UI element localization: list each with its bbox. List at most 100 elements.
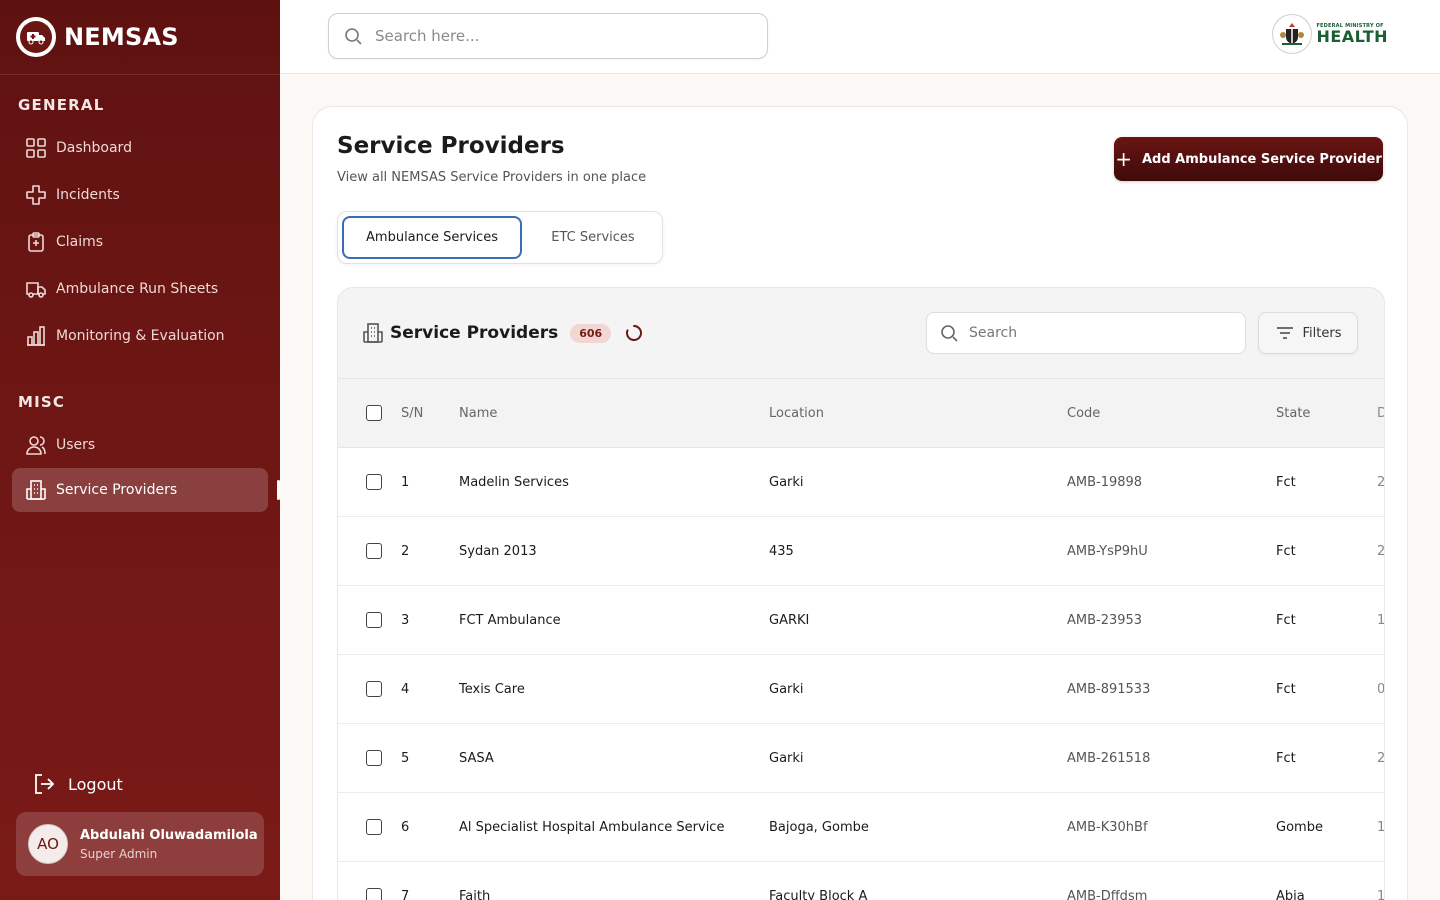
- column-header-state[interactable]: State: [1276, 379, 1366, 447]
- row-checkbox[interactable]: [366, 543, 382, 559]
- tab-etc-services[interactable]: ETC Services: [528, 216, 658, 259]
- row-select-cell: [366, 793, 386, 861]
- grid-icon: [24, 136, 48, 160]
- active-indicator: [277, 480, 280, 500]
- row-select-cell: [366, 724, 386, 792]
- row-sn: 7: [401, 888, 410, 900]
- sidebar-item-label: Claims: [56, 234, 104, 250]
- tab-ambulance-services[interactable]: Ambulance Services: [342, 216, 522, 259]
- search-input[interactable]: [375, 27, 755, 45]
- column-header-code[interactable]: Code: [1067, 379, 1267, 447]
- sidebar-item-monitoring-evaluation[interactable]: Monitoring & Evaluation: [12, 314, 268, 358]
- row-location: Garki: [769, 474, 804, 490]
- sidebar-item-ambulance-run-sheets[interactable]: Ambulance Run Sheets: [12, 267, 268, 311]
- section-title-misc: MISC: [18, 393, 66, 411]
- table-title: Service Providers: [390, 323, 559, 343]
- brand-divider: [0, 74, 280, 75]
- row-checkbox[interactable]: [366, 681, 382, 697]
- row-name: Texis Care: [459, 681, 525, 697]
- table-row[interactable]: 2 Sydan 2013 435 AMB-YsP9hU Fct 2: [338, 517, 1385, 586]
- row-extra: 0: [1377, 681, 1385, 697]
- table-row[interactable]: 7 Faith Faculty Block A AMB-Dffdsm Abia 1: [338, 862, 1385, 900]
- row-select-cell: [366, 655, 386, 723]
- building-icon: [362, 322, 384, 344]
- row-state: Fct: [1276, 474, 1296, 490]
- column-header-extra[interactable]: D: [1377, 379, 1384, 447]
- row-extra: 1: [1377, 612, 1385, 628]
- row-name: Madelin Services: [459, 474, 569, 490]
- sidebar-item-incidents[interactable]: Incidents: [12, 173, 268, 217]
- column-header-name[interactable]: Name: [459, 379, 759, 447]
- count-badge: 606: [570, 323, 612, 343]
- row-select-cell: [366, 586, 386, 654]
- truck-icon: [24, 277, 48, 301]
- loading-spinner-icon: [625, 324, 643, 342]
- table-body: 1 Madelin Services Garki AMB-19898 Fct 2 2 Syda…: [338, 448, 1385, 900]
- row-checkbox[interactable]: [366, 474, 382, 490]
- row-name: FCT Ambulance: [459, 612, 561, 628]
- select-all-cell: [366, 379, 386, 447]
- user-role: Super Admin: [80, 846, 158, 861]
- global-search[interactable]: [328, 13, 768, 59]
- row-select-cell: [366, 862, 386, 900]
- ministry-text: FEDERAL MINISTRY OF HEALTH: [1316, 23, 1388, 45]
- sidebar-item-label: Dashboard: [56, 140, 132, 156]
- row-sn: 4: [401, 681, 410, 697]
- row-extra: 1: [1377, 819, 1385, 835]
- providers-table-panel: Service Providers 606 Filters S/N Name L…: [337, 287, 1385, 900]
- select-all-checkbox[interactable]: [366, 405, 382, 421]
- row-sn: 2: [401, 543, 410, 559]
- sidebar-item-label: Incidents: [56, 187, 120, 203]
- table-search[interactable]: [926, 312, 1246, 354]
- search-icon: [939, 323, 959, 343]
- row-code: AMB-261518: [1067, 750, 1151, 766]
- row-name: Sydan 2013: [459, 543, 537, 559]
- filters-label: Filters: [1302, 325, 1342, 341]
- row-checkbox[interactable]: [366, 888, 382, 900]
- row-location: Garki: [769, 750, 804, 766]
- row-state: Fct: [1276, 681, 1296, 697]
- row-extra: 1: [1377, 888, 1385, 900]
- table-row[interactable]: 5 SASA Garki AMB-261518 Fct 2: [338, 724, 1384, 793]
- topbar: FEDERAL MINISTRY OF HEALTH: [280, 0, 1440, 74]
- filters-button[interactable]: Filters: [1258, 312, 1358, 354]
- row-location: GARKI: [769, 612, 810, 628]
- user-card[interactable]: AO Abdulahi Oluwadamilola Super Admin: [16, 812, 264, 876]
- sidebar-item-service-providers[interactable]: Service Providers: [12, 468, 280, 512]
- table-search-input[interactable]: [969, 325, 1229, 341]
- row-location: Bajoga, Gombe: [769, 819, 869, 835]
- sidebar-item-label: Users: [56, 437, 96, 453]
- table-header: Service Providers 606: [362, 322, 643, 344]
- row-select-cell: [366, 448, 386, 516]
- column-header-location[interactable]: Location: [769, 379, 1049, 447]
- bar-chart-icon: [24, 324, 48, 348]
- row-state: Gombe: [1276, 819, 1323, 835]
- row-sn: 1: [401, 474, 410, 490]
- sidebar: NEMSAS GENERAL Dashboard Incidents Claim…: [0, 0, 280, 900]
- section-title-general: GENERAL: [18, 96, 105, 114]
- row-location: 435: [769, 543, 794, 559]
- row-name: SASA: [459, 750, 494, 766]
- add-ambulance-provider-button[interactable]: + Add Ambulance Service Provider: [1114, 137, 1383, 181]
- table-row[interactable]: 3 FCT Ambulance GARKI AMB-23953 Fct 1: [338, 586, 1385, 655]
- page-title: Service Providers: [337, 133, 565, 159]
- logout-label: Logout: [68, 774, 123, 794]
- row-checkbox[interactable]: [366, 750, 382, 766]
- table-row[interactable]: 6 Al Specialist Hospital Ambulance Servic…: [338, 793, 1385, 862]
- column-header-sn[interactable]: S/N: [401, 379, 451, 447]
- row-extra: 2: [1377, 543, 1385, 559]
- sidebar-item-users[interactable]: Users: [12, 423, 268, 467]
- page-subtitle: View all NEMSAS Service Providers in one…: [337, 170, 647, 185]
- medical-cross-icon: [24, 183, 48, 207]
- sidebar-item-label: Monitoring & Evaluation: [56, 328, 225, 344]
- table-row[interactable]: 1 Madelin Services Garki AMB-19898 Fct 2: [338, 448, 1384, 517]
- plus-icon: +: [1115, 147, 1132, 171]
- row-checkbox[interactable]: [366, 612, 382, 628]
- logout-button[interactable]: Logout: [32, 770, 123, 798]
- search-icon: [343, 26, 363, 46]
- table-row[interactable]: 4 Texis Care Garki AMB-891533 Fct 0: [338, 655, 1385, 724]
- sidebar-item-dashboard[interactable]: Dashboard: [12, 126, 268, 170]
- row-checkbox[interactable]: [366, 819, 382, 835]
- sidebar-item-claims[interactable]: Claims: [12, 220, 268, 264]
- brand[interactable]: NEMSAS: [16, 16, 179, 58]
